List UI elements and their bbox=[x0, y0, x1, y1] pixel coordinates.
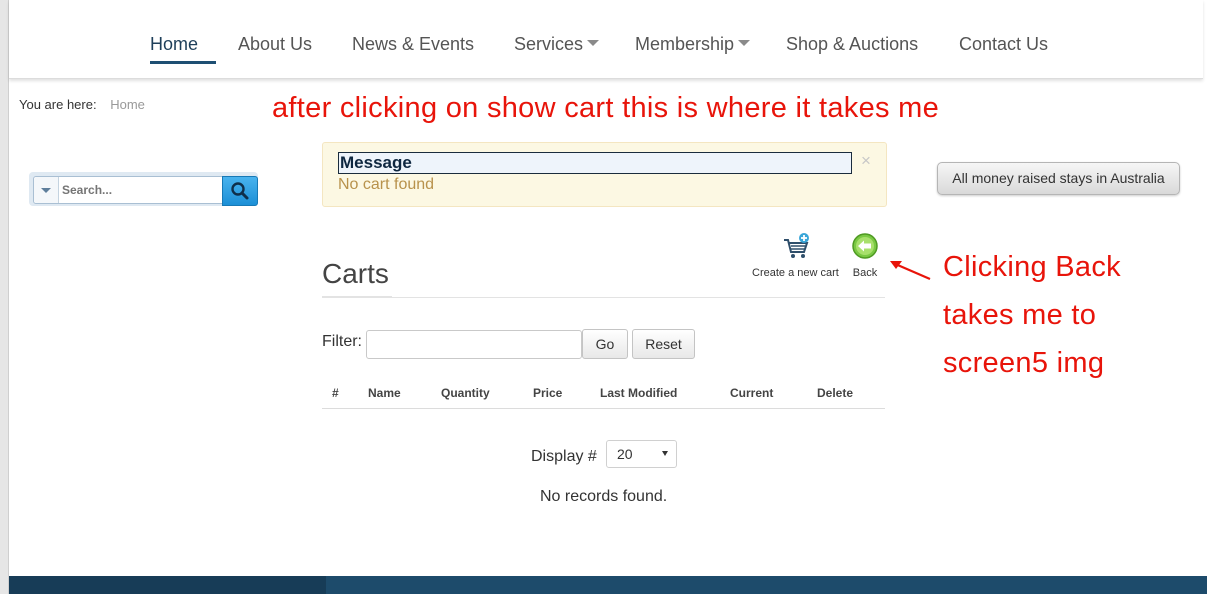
search-input[interactable] bbox=[62, 181, 217, 199]
create-cart-button[interactable]: Create a new cart bbox=[752, 232, 839, 279]
title-divider bbox=[322, 297, 885, 298]
nav-active-indicator bbox=[150, 61, 216, 64]
display-count-select[interactable]: 20 bbox=[606, 440, 677, 468]
breadcrumb-home-link[interactable]: Home bbox=[110, 97, 145, 112]
column-header-number[interactable]: # bbox=[332, 386, 339, 400]
title-underline bbox=[322, 296, 392, 298]
search-module bbox=[29, 172, 258, 206]
close-icon[interactable]: × bbox=[861, 151, 871, 171]
chevron-down-icon bbox=[41, 188, 51, 193]
nav-item-news-events[interactable]: News & Events bbox=[352, 34, 474, 55]
create-cart-label: Create a new cart bbox=[752, 267, 839, 279]
nav-item-contact-us[interactable]: Contact Us bbox=[959, 34, 1048, 55]
nav-item-services[interactable]: Services bbox=[514, 34, 600, 55]
annotation-right: Clicking Back takes me to screen5 img bbox=[943, 243, 1121, 387]
footer-bar-accent bbox=[9, 576, 326, 594]
annotation-right-line-3: screen5 img bbox=[943, 347, 1105, 379]
money-stays-australia-button[interactable]: All money raised stays in Australia bbox=[937, 162, 1180, 195]
annotation-arrow-icon bbox=[890, 261, 931, 281]
message-text: No cart found bbox=[338, 176, 435, 193]
nav-item-membership[interactable]: Membership bbox=[635, 34, 751, 55]
nav-item-shop-auctions[interactable]: Shop & Auctions bbox=[786, 34, 918, 55]
display-count-label: Display # bbox=[531, 448, 597, 465]
main-navigation: Home About Us News & Events Services Mem… bbox=[9, 0, 1203, 79]
filter-input[interactable] bbox=[366, 330, 582, 359]
cart-add-icon bbox=[784, 233, 810, 258]
chevron-down-icon bbox=[587, 40, 600, 47]
message-title: Message bbox=[338, 152, 852, 174]
column-header-name[interactable]: Name bbox=[368, 386, 401, 400]
back-label: Back bbox=[852, 267, 878, 279]
nav-item-membership-label: Membership bbox=[635, 34, 735, 54]
search-options-dropdown[interactable] bbox=[34, 177, 59, 203]
display-count-value: 20 bbox=[617, 446, 633, 462]
page-title: Carts bbox=[322, 258, 389, 289]
search-button[interactable] bbox=[222, 176, 258, 206]
magnifier-icon bbox=[231, 182, 249, 200]
chevron-down-icon bbox=[662, 451, 668, 456]
column-header-current[interactable]: Current bbox=[730, 386, 773, 400]
back-arrow-icon bbox=[852, 233, 878, 259]
annotation-right-line-1: Clicking Back bbox=[943, 251, 1121, 283]
table-header-divider bbox=[322, 408, 885, 409]
column-header-quantity[interactable]: Quantity bbox=[441, 386, 490, 400]
breadcrumb-prefix: You are here: bbox=[19, 97, 97, 112]
annotation-top: after clicking on show cart this is wher… bbox=[272, 92, 940, 124]
page-left-border bbox=[0, 0, 9, 594]
nav-item-home[interactable]: Home bbox=[150, 34, 198, 55]
chevron-down-icon bbox=[738, 40, 751, 47]
go-button[interactable]: Go bbox=[582, 329, 628, 359]
reset-button[interactable]: Reset bbox=[632, 329, 695, 359]
nav-item-about-us[interactable]: About Us bbox=[238, 34, 312, 55]
system-message: Message × No cart found bbox=[322, 142, 887, 207]
column-header-price[interactable]: Price bbox=[533, 386, 562, 400]
back-button[interactable]: Back bbox=[850, 232, 880, 279]
column-header-last-modified[interactable]: Last Modified bbox=[600, 386, 677, 400]
nav-item-services-label: Services bbox=[514, 34, 584, 54]
filter-label: Filter: bbox=[322, 333, 362, 350]
empty-state-text: No records found. bbox=[540, 488, 668, 505]
search-bar bbox=[33, 176, 258, 206]
column-header-delete[interactable]: Delete bbox=[817, 386, 853, 400]
annotation-right-line-2: takes me to bbox=[943, 299, 1097, 331]
breadcrumb: You are here: Home bbox=[19, 97, 145, 112]
